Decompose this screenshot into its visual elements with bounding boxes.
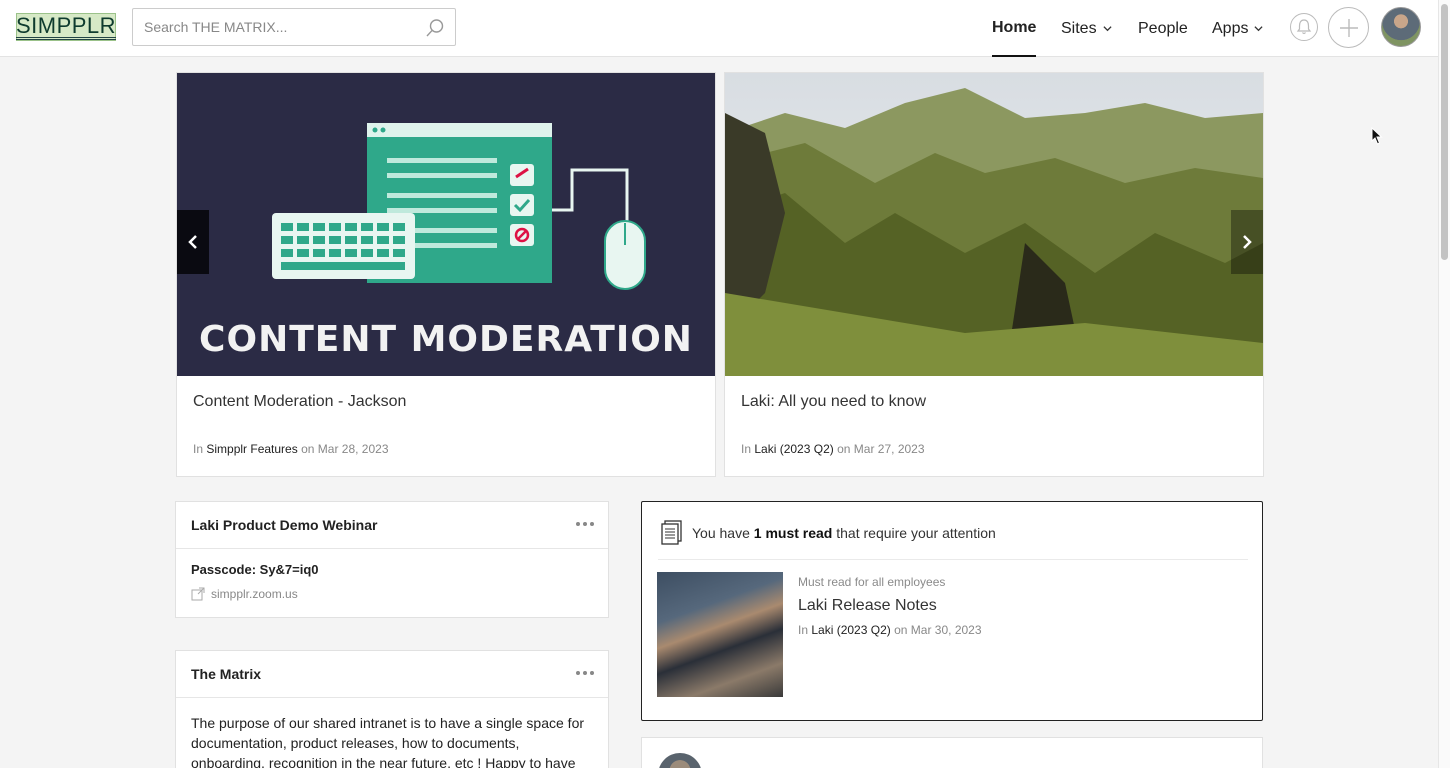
bell-icon	[1296, 19, 1312, 35]
feature-image-laki	[725, 73, 1263, 376]
user-avatar[interactable]	[1381, 7, 1421, 47]
nav-apps[interactable]: Apps	[1212, 0, 1264, 57]
passcode-text: Passcode: Sy&7=iq0	[191, 562, 319, 577]
search-input[interactable]	[133, 9, 413, 45]
chevron-left-icon	[188, 235, 197, 249]
must-read-meta: In Laki (2023 Q2) on Mar 30, 2023	[798, 623, 982, 637]
documents-icon	[661, 520, 682, 545]
feature-title[interactable]: Content Moderation - Jackson	[193, 393, 406, 411]
carousel-next-button[interactable]	[1231, 210, 1263, 274]
search-icon[interactable]	[425, 18, 445, 38]
must-read-thumbnail[interactable]	[657, 572, 783, 697]
site-link[interactable]: Laki (2023 Q2)	[811, 623, 890, 637]
feature-image-content-moderation: CONTENT MODERATION	[177, 73, 715, 376]
more-icon[interactable]	[575, 521, 595, 527]
nav-people[interactable]: People	[1138, 0, 1188, 57]
carousel-card-content-moderation[interactable]: CONTENT MODERATION Content Moderation - …	[176, 72, 716, 477]
must-read-widget: You have 1 must read that require your a…	[641, 501, 1263, 721]
external-link-icon	[191, 587, 205, 601]
matrix-description: The purpose of our shared intranet is to…	[191, 715, 585, 768]
site-link[interactable]: Simpplr Features	[206, 442, 297, 456]
must-read-kicker: Must read for all employees	[798, 575, 946, 589]
plus-icon	[1339, 18, 1358, 37]
search-box[interactable]	[132, 8, 456, 46]
site-link[interactable]: Laki (2023 Q2)	[754, 442, 833, 456]
nav-sites[interactable]: Sites	[1061, 0, 1112, 57]
nav-home[interactable]: Home	[992, 0, 1037, 57]
zoom-link[interactable]: simpplr.zoom.us	[191, 587, 298, 601]
carousel-card-laki[interactable]: Laki: All you need to know In Laki (2023…	[724, 72, 1264, 477]
must-read-header: You have 1 must read that require your a…	[660, 520, 996, 546]
widget-title: Laki Product Demo Webinar	[191, 517, 378, 533]
landscape-photo	[725, 73, 1263, 376]
notifications-button[interactable]	[1290, 13, 1318, 41]
chevron-down-icon	[1254, 26, 1264, 32]
svg-text:CONTENT MODERATION: CONTENT MODERATION	[199, 319, 693, 360]
widget-header: Laki Product Demo Webinar	[176, 502, 608, 549]
chevron-right-icon	[1243, 235, 1252, 249]
feature-title[interactable]: Laki: All you need to know	[741, 393, 926, 411]
create-button[interactable]	[1328, 7, 1369, 48]
divider	[658, 559, 1248, 560]
page-scrollbar[interactable]	[1438, 0, 1450, 768]
widget-header: The Matrix	[176, 651, 608, 698]
widget-title: The Matrix	[191, 666, 262, 682]
scrollbar-thumb[interactable]	[1441, 4, 1448, 260]
matrix-widget: The Matrix The purpose of our shared int…	[175, 650, 609, 768]
avatar[interactable]	[658, 753, 702, 768]
company-logo[interactable]: SIMPPLR	[15, 13, 117, 41]
webinar-widget: Laki Product Demo Webinar Passcode: Sy&7…	[175, 501, 609, 618]
feed-card	[641, 737, 1263, 768]
must-read-title[interactable]: Laki Release Notes	[798, 597, 937, 615]
content-moderation-illustration: CONTENT MODERATION	[177, 73, 715, 376]
feature-meta: In Simpplr Features on Mar 28, 2023	[193, 442, 389, 456]
mouse-cursor-icon	[1371, 127, 1383, 145]
carousel-prev-button[interactable]	[177, 210, 209, 274]
feature-meta: In Laki (2023 Q2) on Mar 27, 2023	[741, 442, 925, 456]
chevron-down-icon	[1103, 26, 1112, 32]
more-icon[interactable]	[575, 670, 595, 676]
top-bar: SIMPPLR Home Sites People Apps	[0, 0, 1438, 57]
